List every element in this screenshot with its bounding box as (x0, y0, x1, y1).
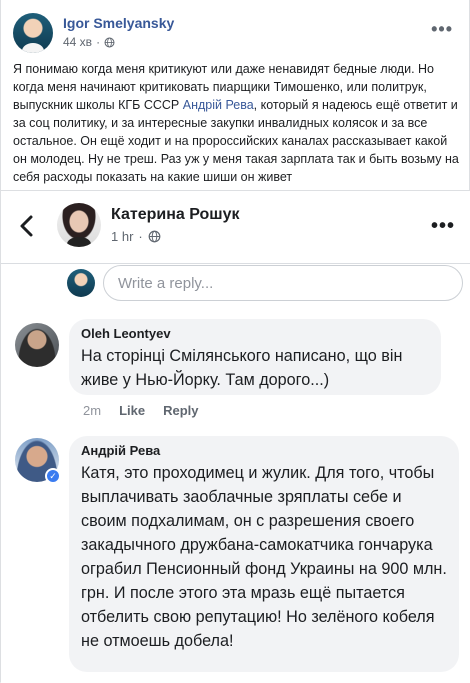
comment-time[interactable]: 2m (83, 403, 101, 418)
post-author-name[interactable]: Igor Smelyansky (63, 15, 174, 31)
author-avatar[interactable] (13, 13, 53, 53)
comment-text: На сторінці Смілянського написано, що ві… (81, 347, 403, 389)
viewer-ellipsis-icon[interactable]: ••• (431, 215, 455, 238)
reply-button[interactable]: Reply (163, 403, 198, 418)
post-card: Igor Smelyansky 44 хв · ••• Я понимаю ко… (0, 0, 470, 683)
comment-bubble: Oleh Leontyev На сторінці Смілянського н… (69, 319, 441, 395)
globe-icon (104, 37, 115, 47)
post-time[interactable]: 44 хв (63, 35, 92, 49)
reply-input[interactable] (103, 265, 463, 301)
commenter-avatar[interactable] (15, 323, 59, 367)
viewer-name[interactable]: Катерина Рошук (111, 206, 240, 224)
comment-viewer: Катерина Рошук 1 hr · ••• Oleh Leontyev … (1, 190, 470, 683)
viewer-header: Катерина Рошук 1 hr · ••• (1, 191, 470, 264)
comment-text: Катя, это проходимец и жулик. Для того, … (81, 464, 447, 650)
post-ellipsis-icon[interactable]: ••• (431, 19, 453, 40)
commenter-name[interactable]: Oleh Leontyev (81, 326, 429, 341)
viewer-avatar[interactable] (57, 203, 101, 247)
post-meta: 44 хв · (63, 35, 115, 49)
back-arrow-icon[interactable] (15, 213, 41, 239)
checkmark-icon: ✓ (45, 468, 61, 484)
globe-icon (148, 230, 161, 243)
post-text: Я понимаю когда меня критикуют или даже … (13, 60, 459, 186)
commenter-name[interactable]: Андрій Рева (81, 443, 447, 458)
viewer-time[interactable]: 1 hr (111, 229, 133, 244)
viewer-meta: 1 hr · (111, 229, 161, 244)
comment-bubble: Андрій Рева Катя, это проходимец и жулик… (69, 436, 459, 672)
comment-actions: 2m Like Reply (83, 403, 198, 418)
reply-row (1, 263, 470, 309)
post-header: Igor Smelyansky 44 хв · ••• (13, 13, 453, 53)
author-mention-link[interactable]: Андрій Рева (183, 98, 254, 112)
current-user-avatar (67, 269, 95, 297)
like-button[interactable]: Like (119, 403, 145, 418)
